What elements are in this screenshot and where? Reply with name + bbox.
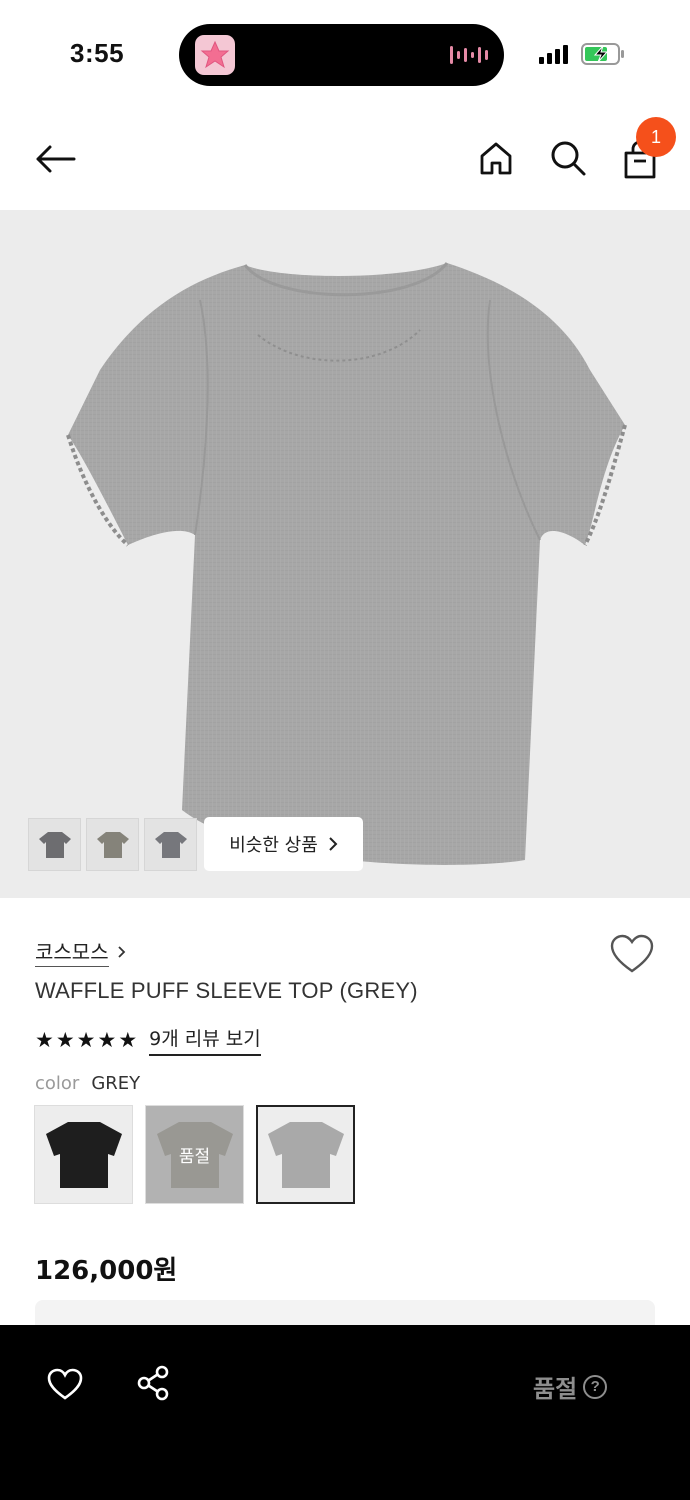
cellular-signal-icon (539, 44, 568, 64)
heart-icon (610, 934, 654, 973)
color-label: color (35, 1073, 80, 1094)
status-time: 3:55 (70, 38, 125, 68)
sold-out-label: 품절 (533, 1375, 578, 1403)
share-icon (137, 1365, 169, 1401)
bottom-wishlist-button[interactable] (44, 1364, 86, 1404)
color-selector-label: color GREY (35, 1073, 140, 1094)
sold-out-status[interactable]: 품절 ? (533, 1369, 608, 1404)
product-name: WAFFLE PUFF SLEEVE TOP (GREY) (35, 978, 418, 1003)
view-reviews-link[interactable]: 9개 리뷰 보기 (149, 1024, 261, 1056)
star-rating: ★ ★ ★ ★ ★ (35, 1028, 137, 1052)
arrow-left-icon (36, 145, 76, 173)
bottom-action-bar (0, 1325, 690, 1500)
top-navigation (0, 110, 690, 210)
status-bar: 3:55 (0, 0, 690, 110)
thumbnail-strip (28, 818, 197, 871)
cart-count-badge: 1 (636, 117, 676, 157)
battery-charging-icon (581, 43, 624, 65)
star-icon: ★ (76, 1028, 96, 1052)
chevron-right-icon (117, 945, 125, 958)
search-icon (551, 141, 586, 176)
brand-name: 코스모스 (35, 936, 109, 967)
dynamic-island[interactable] (179, 24, 504, 86)
back-button[interactable] (30, 137, 80, 181)
audio-waveform-icon (450, 44, 488, 66)
search-button[interactable] (546, 136, 590, 180)
thumbnail-1[interactable] (28, 818, 81, 871)
star-icon: ★ (55, 1028, 75, 1052)
help-icon[interactable]: ? (583, 1374, 608, 1399)
color-swatch-khaki[interactable]: 품절 (145, 1105, 244, 1204)
wishlist-button[interactable] (610, 934, 654, 974)
color-swatch-black[interactable] (34, 1105, 133, 1204)
heart-icon (47, 1368, 83, 1400)
home-button[interactable] (474, 136, 518, 180)
thumbnail-3[interactable] (144, 818, 197, 871)
tshirt-grey-image (267, 1121, 344, 1188)
star-icon: ★ (35, 1028, 54, 1052)
rating-row: ★ ★ ★ ★ ★ 9개 리뷰 보기 (35, 1024, 261, 1056)
color-swatch-grey[interactable] (256, 1105, 355, 1204)
color-swatches: 품절 (34, 1105, 355, 1204)
home-icon (480, 142, 512, 175)
product-price: 126,000원 (35, 1256, 178, 1286)
sold-out-overlay: 품절 (146, 1106, 243, 1203)
star-icon: ★ (97, 1028, 117, 1052)
brand-link[interactable]: 코스모스 (35, 936, 126, 967)
thumbnail-2[interactable] (86, 818, 139, 871)
music-app-icon (195, 35, 235, 75)
share-button[interactable] (132, 1362, 174, 1404)
similar-products-label: 비슷한 상품 (229, 835, 318, 856)
star-icon: ★ (118, 1028, 138, 1052)
selected-color: GREY (91, 1073, 141, 1094)
similar-products-button[interactable]: 비슷한 상품 (204, 817, 363, 871)
tshirt-black-image (45, 1121, 122, 1188)
product-image[interactable]: 비슷한 상품 (0, 210, 690, 898)
chevron-right-icon (329, 837, 338, 851)
tshirt-image (66, 262, 627, 865)
